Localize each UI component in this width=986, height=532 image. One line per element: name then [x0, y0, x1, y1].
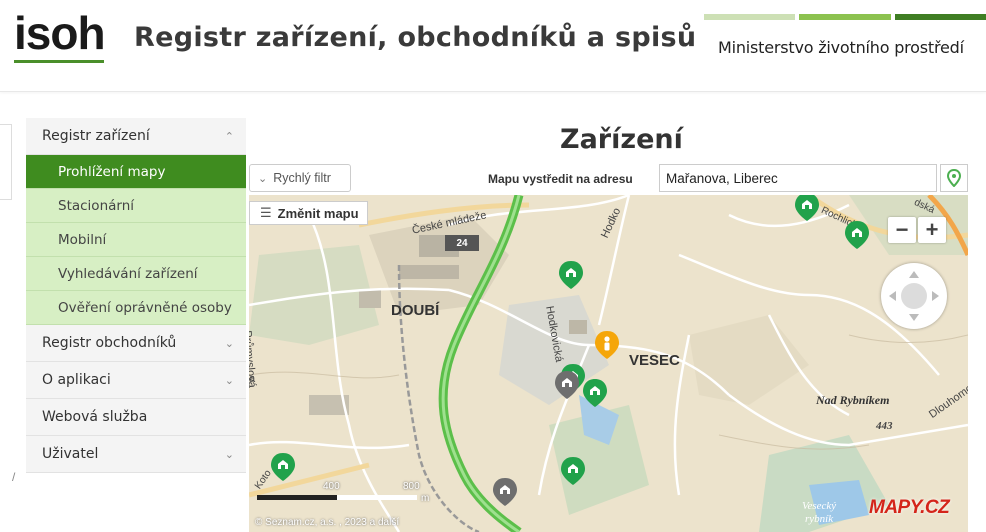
site-header: isoh Registr zařízení, obchodníků a spis…	[0, 0, 986, 92]
site-title: Registr zařízení, obchodníků a spisů	[134, 22, 697, 53]
chevron-up-icon: ⌃	[224, 129, 234, 143]
map-label-vesecky: Vesecký	[802, 500, 837, 512]
scale-label-800: 800	[403, 481, 420, 492]
mapy-cz-logo[interactable]: MAPY.CZ	[869, 497, 950, 519]
page-title: Zařízení	[560, 124, 683, 155]
compass-center[interactable]	[901, 283, 927, 309]
sidebar-item-webova-sluzba[interactable]: Webová služba	[26, 399, 246, 436]
map-label-a: a	[249, 373, 256, 385]
zoom-controls: − +	[888, 217, 946, 243]
sidebar-subitem-stacionarni[interactable]: Stacionární	[26, 189, 246, 223]
map-label-doubi: DOUBÍ	[391, 302, 440, 319]
sidebar-item-registr-zarizeni[interactable]: Registr zařízení ⌃	[26, 118, 246, 155]
sidebar-item-label: Uživatel	[42, 446, 99, 462]
sidebar-item-label: Registr zařízení	[42, 128, 150, 144]
map-view[interactable]: DOUBÍ VESEC Průmyslová Hodkovická České …	[249, 195, 968, 532]
collapsed-panel-edge	[0, 124, 12, 200]
sidebar-item-uzivatel[interactable]: Uživatel ⌄	[26, 436, 246, 473]
ministry-color-bars	[704, 14, 986, 20]
change-map-label: Změnit mapu	[277, 205, 359, 221]
address-label: Mapu vystředit na adresu	[488, 172, 633, 186]
change-map-button[interactable]: ☰ Změnit mapu	[249, 201, 368, 225]
location-pin-icon[interactable]	[940, 164, 968, 192]
road-sign-24: 24	[445, 235, 479, 251]
layers-icon: ☰	[260, 205, 272, 220]
sidebar-item-label: O aplikaci	[42, 372, 111, 388]
quick-filter-button[interactable]: ⌄ Rychlý filtr	[249, 164, 351, 192]
map-label-rybnik: rybník	[805, 513, 834, 525]
map-label-nad-rybnikem: Nad Rybníkem	[816, 393, 890, 407]
sidebar-subitem-overeni[interactable]: Ověření oprávněné osoby	[26, 291, 246, 325]
sidebar-item-label: Webová služba	[42, 409, 148, 425]
sidebar-item-label: Registr obchodníků	[42, 335, 177, 351]
isoh-logo[interactable]: isoh	[14, 10, 106, 56]
chevron-down-icon: ⌄	[258, 172, 268, 185]
zoom-out-button[interactable]: −	[888, 217, 916, 243]
sidebar-item-registr-obchodniku[interactable]: Registr obchodníků ⌄	[26, 325, 246, 362]
chevron-down-icon: ⌄	[224, 336, 234, 350]
map-copyright[interactable]: © Seznam.cz, a.s. , 2023 a další	[255, 517, 399, 528]
chevron-down-icon: ⌄	[224, 373, 234, 387]
sidebar-item-o-aplikaci[interactable]: O aplikaci ⌄	[26, 362, 246, 399]
sidebar-subitem-vyhledavani[interactable]: Vyhledávání zařízení	[26, 257, 246, 291]
sidebar-subitem-mobilni[interactable]: Mobilní	[26, 223, 246, 257]
map-label-elevation: 443	[876, 420, 893, 432]
sidebar-menu: Registr zařízení ⌃ Prohlížení mapy Staci…	[26, 118, 246, 473]
sidebar-subitem-prohlizeni-mapy[interactable]: Prohlížení mapy	[26, 155, 246, 189]
scale-label-400: 400	[323, 481, 340, 492]
scale-unit: m	[421, 493, 430, 504]
edge-mark: /	[12, 470, 16, 484]
road-sign-number: 24	[456, 237, 468, 249]
logo-underline	[14, 60, 104, 63]
map-label-vesec: VESEC	[629, 352, 680, 369]
zoom-in-button[interactable]: +	[918, 217, 946, 243]
chevron-down-icon: ⌄	[224, 447, 234, 461]
pan-compass[interactable]	[881, 263, 947, 329]
quick-filter-label: Rychlý filtr	[273, 171, 331, 185]
address-input[interactable]	[659, 164, 937, 192]
ministry-name[interactable]: Ministerstvo životního prostředí	[718, 38, 964, 57]
